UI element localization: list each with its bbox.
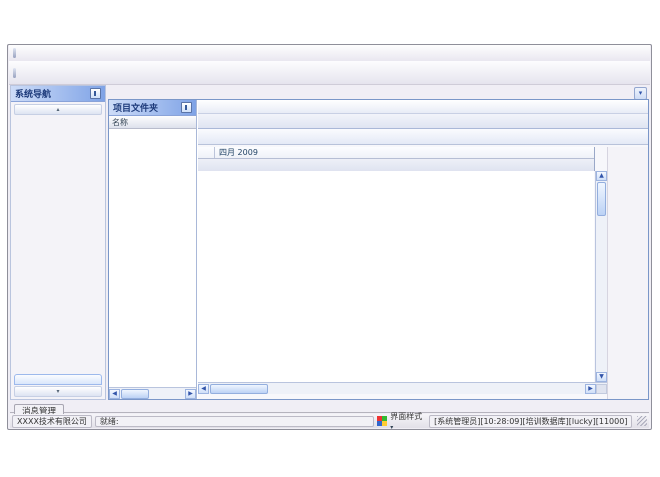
main-area: ▾ 项目文件夹 名称 ◀ ▶ <box>108 85 649 400</box>
scroll-right-icon[interactable]: ▶ <box>585 384 596 394</box>
gantt-toolbar <box>198 129 648 145</box>
tree-column-header: 名称 <box>109 116 196 129</box>
scrollbar-corner <box>596 384 607 394</box>
gantt-timescale-header: 四月 2009 <box>198 147 595 171</box>
ready-status: 就绪: <box>95 416 374 427</box>
scroll-thumb[interactable] <box>121 389 149 399</box>
sidebar-title: 系统导航 <box>15 87 51 100</box>
project-folder-panel: 项目文件夹 名称 ◀ ▶ <box>109 100 197 399</box>
toolbar-grip <box>13 48 16 58</box>
gantt-empty-margin <box>607 147 648 399</box>
detail-tab-strip <box>198 114 648 129</box>
project-library-page: 项目文件夹 名称 ◀ ▶ <box>108 99 649 400</box>
scroll-left-icon[interactable]: ◀ <box>198 384 209 394</box>
chevron-down-icon: ▾ <box>390 424 393 431</box>
scroll-right-icon[interactable]: ▶ <box>185 389 196 399</box>
toolbar-grip <box>13 68 16 78</box>
gantt-month-row: 四月 2009 <box>198 147 594 159</box>
sidebar-bottom: ▾ <box>11 372 105 399</box>
document-tab-strip <box>108 85 649 99</box>
tree-panel-title: 项目文件夹 <box>113 101 158 114</box>
timescale-lead-cell <box>198 147 215 158</box>
resize-grip[interactable] <box>637 416 647 426</box>
window-body: 系统导航 ▴ ▾ ▾ 项目文件夹 <box>10 85 649 400</box>
gantt-day-row <box>198 159 594 171</box>
filter-tab-strip <box>198 100 648 114</box>
sidebar-collapsed-section[interactable] <box>14 374 102 385</box>
menu-bar <box>9 45 650 62</box>
status-bar: XXXX技术有限公司 就绪: 界面样式 ▾ [系统管理员][10:28:09][… <box>10 414 649 428</box>
gantt-panel: 四月 2009 ▲ ▼ ◀ ▶ <box>198 100 648 399</box>
sidebar-header: 系统导航 <box>11 86 105 102</box>
gantt-hscrollbar[interactable]: ◀ ▶ <box>198 382 607 394</box>
pin-icon[interactable] <box>181 102 192 113</box>
screenshot-root: 系统导航 ▴ ▾ ▾ 项目文件夹 <box>0 0 660 477</box>
app-window: 系统导航 ▴ ▾ ▾ 项目文件夹 <box>7 44 652 430</box>
style-palette-icon[interactable] <box>377 416 387 426</box>
message-tab-row: 消息管理 <box>10 399 649 413</box>
scroll-thumb[interactable] <box>210 384 268 394</box>
gantt-chart[interactable] <box>198 171 594 382</box>
nav-sidebar: 系统导航 ▴ ▾ <box>10 85 106 400</box>
scroll-down-icon[interactable]: ▼ <box>596 372 607 382</box>
tree-hscrollbar[interactable]: ◀ ▶ <box>109 387 196 399</box>
interface-style-button[interactable]: 界面样式 ▾ <box>390 411 426 431</box>
sidebar-collapse-button[interactable]: ▴ <box>14 104 102 115</box>
gantt-vscrollbar[interactable]: ▲ ▼ <box>595 171 607 382</box>
scroll-up-icon[interactable]: ▲ <box>596 171 607 181</box>
scroll-thumb[interactable] <box>597 182 606 216</box>
session-info: [系统管理员][10:28:09][培训数据库][lucky][11000] <box>429 415 632 428</box>
scroll-left-icon[interactable]: ◀ <box>109 389 120 399</box>
pin-icon[interactable] <box>90 88 101 99</box>
sidebar-more-button[interactable]: ▾ <box>14 386 102 397</box>
company-label: XXXX技术有限公司 <box>12 415 92 428</box>
main-toolbar <box>9 61 650 85</box>
tree-panel-header: 项目文件夹 <box>109 100 196 116</box>
month-label: 四月 2009 <box>219 147 258 158</box>
